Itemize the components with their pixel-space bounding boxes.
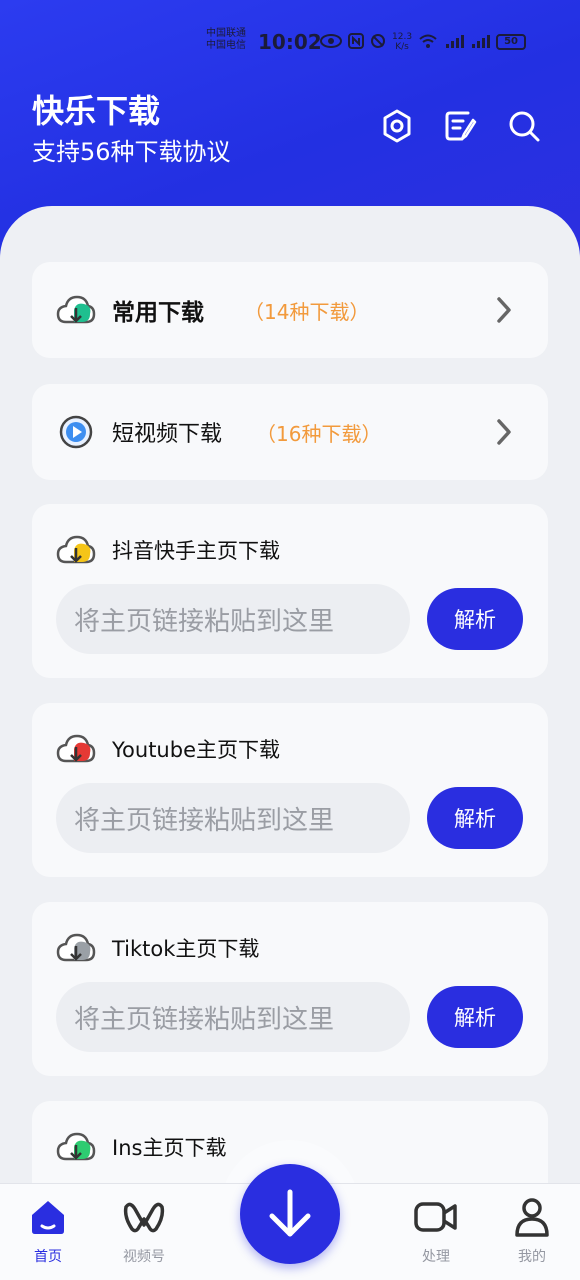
tab-mine-label: 我的 <box>518 1249 546 1265</box>
notes-icon <box>445 111 477 141</box>
youtube-link-input[interactable]: 将主页链接粘贴到这里 <box>56 783 410 853</box>
youtube-card-header: Youtube主页下载 <box>56 733 280 765</box>
tab-channels-label: 视频号 <box>123 1249 165 1265</box>
notes-button[interactable] <box>440 106 480 146</box>
app-subtitle: 支持56种下载协议 <box>32 138 231 166</box>
video-camera-icon <box>414 1202 457 1232</box>
cloud-download-icon <box>56 734 96 763</box>
common-download-count: （14种下载） <box>244 300 370 324</box>
home-icon <box>32 1201 64 1234</box>
ins-card-header: Ins主页下载 <box>56 1131 226 1163</box>
cloud-download-icon <box>56 290 96 330</box>
youtube-download-card: Youtube主页下载 将主页链接粘贴到这里 解析 <box>32 703 548 877</box>
channels-icon <box>123 1202 165 1233</box>
settings-button[interactable] <box>377 106 417 146</box>
settings-icon <box>383 109 411 143</box>
eye-icon <box>320 33 342 51</box>
tiktok-download-card: Tiktok主页下载 将主页链接粘贴到这里 解析 <box>32 902 548 1076</box>
cloud-download-icon <box>56 933 96 962</box>
tab-process[interactable]: 处理 <box>396 1194 476 1266</box>
tab-process-label: 处理 <box>422 1249 450 1265</box>
short-video-download-count: （16种下载） <box>256 422 382 446</box>
douyin-link-input[interactable]: 将主页链接粘贴到这里 <box>56 584 410 654</box>
chevron-right-icon <box>497 297 511 323</box>
cloud-download-icon <box>56 535 96 564</box>
douyin-card-header: 抖音快手主页下载 <box>56 534 280 566</box>
user-icon <box>515 1198 549 1237</box>
carrier-info: 中国联通 中国电信 <box>206 28 246 51</box>
common-download-label: 常用下载 <box>112 300 204 326</box>
signal-icon-1 <box>444 33 465 52</box>
tiktok-download-label: Tiktok主页下载 <box>112 937 260 961</box>
network-speed: 12.3 K/s <box>392 32 413 52</box>
cloud-download-icon <box>56 1132 96 1161</box>
signal-icon-2 <box>470 33 491 52</box>
douyin-download-card: 抖音快手主页下载 将主页链接粘贴到这里 解析 <box>32 504 548 678</box>
tab-home-label: 首页 <box>34 1249 62 1265</box>
status-bar: 中国联通 中国电信 10:02 12.3 K/s 50 <box>0 26 580 62</box>
wifi-icon <box>418 33 438 52</box>
arrow-down-icon <box>269 1189 311 1237</box>
search-icon <box>509 111 540 142</box>
main-content: 常用下载 （14种下载） 短视频下载 （16种下载） 抖音快手主页下载 将主页链… <box>0 206 580 1280</box>
app-title: 快乐下载 <box>32 92 161 130</box>
battery-indicator: 50 <box>496 34 527 50</box>
douyin-parse-button[interactable]: 解析 <box>427 588 523 650</box>
download-fab-button[interactable] <box>240 1164 340 1264</box>
tab-home[interactable]: 首页 <box>8 1194 88 1266</box>
tab-channels[interactable]: 视频号 <box>104 1194 184 1266</box>
short-video-download-label: 短视频下载 <box>112 422 223 447</box>
youtube-download-label: Youtube主页下载 <box>112 738 280 762</box>
common-download-card[interactable]: 常用下载 （14种下载） <box>32 262 548 358</box>
tab-mine[interactable]: 我的 <box>492 1194 572 1266</box>
play-icon <box>56 412 96 452</box>
youtube-parse-button[interactable]: 解析 <box>427 787 523 849</box>
status-icons: 12.3 K/s 50 <box>320 32 527 52</box>
ins-download-label: Ins主页下载 <box>112 1136 227 1160</box>
search-button[interactable] <box>504 106 544 146</box>
short-video-download-card[interactable]: 短视频下载 （16种下载） <box>32 384 548 480</box>
status-time: 10:02 <box>258 30 322 54</box>
tiktok-parse-button[interactable]: 解析 <box>427 986 523 1048</box>
silent-icon <box>370 33 386 52</box>
nfc-icon <box>348 32 364 52</box>
tiktok-card-header: Tiktok主页下载 <box>56 932 259 964</box>
douyin-download-label: 抖音快手主页下载 <box>112 539 280 563</box>
chevron-right-icon <box>497 419 511 445</box>
tiktok-link-input[interactable]: 将主页链接粘贴到这里 <box>56 982 410 1052</box>
